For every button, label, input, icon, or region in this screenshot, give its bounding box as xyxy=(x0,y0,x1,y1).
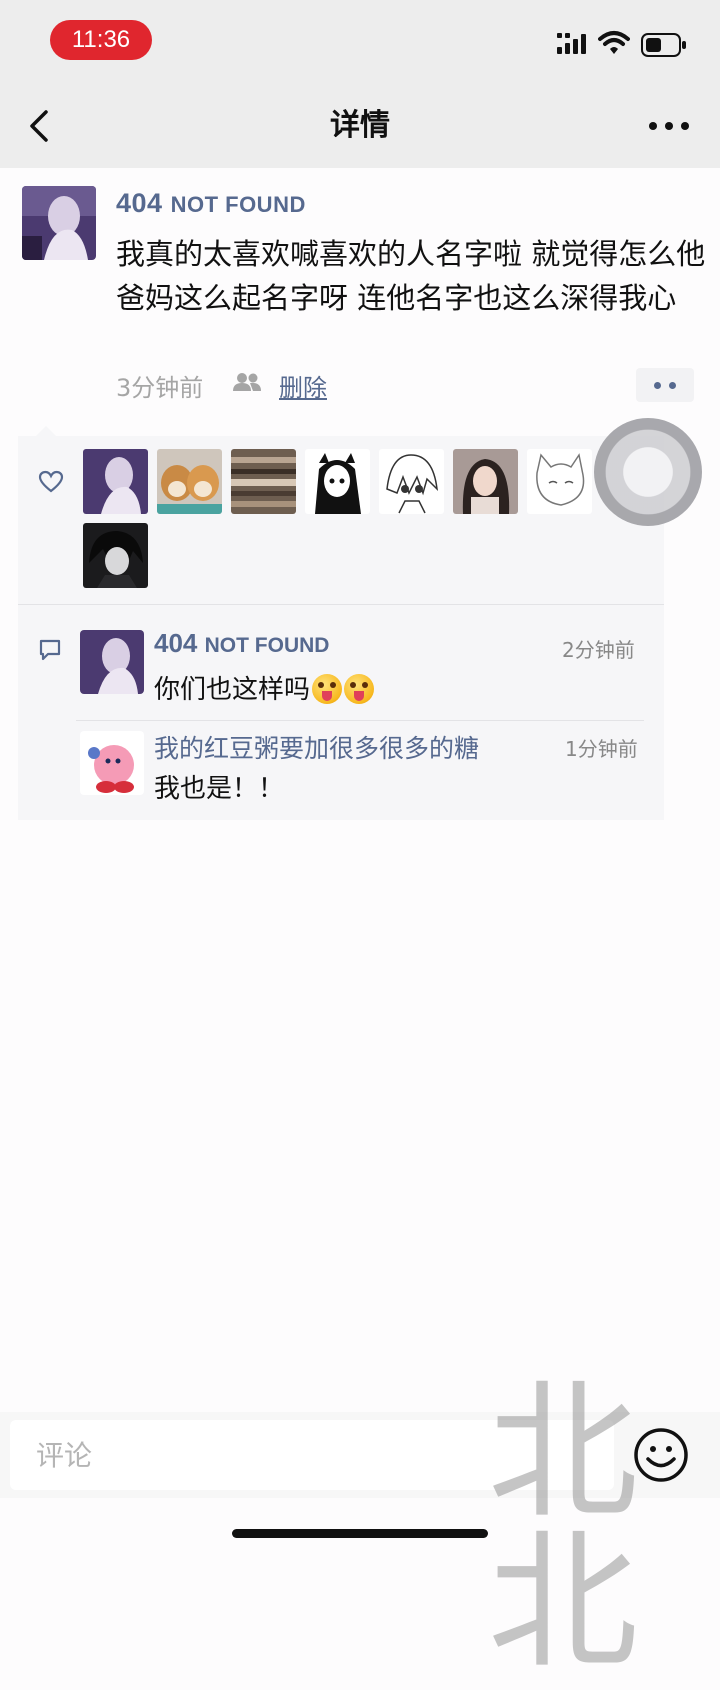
liker-avatar[interactable] xyxy=(453,449,518,514)
comment-divider xyxy=(76,720,644,721)
page-title: 详情 xyxy=(330,108,390,143)
assistive-touch-button[interactable] xyxy=(594,418,702,526)
comment-icon xyxy=(39,639,61,661)
people-visibility-icon[interactable] xyxy=(232,372,262,392)
emoji-icon[interactable] xyxy=(632,1426,690,1484)
liker-avatar[interactable] xyxy=(379,449,444,514)
delete-link[interactable]: 删除 xyxy=(279,368,327,403)
panel-arrow xyxy=(36,426,56,436)
liker-avatar[interactable] xyxy=(157,449,222,514)
liker-avatar[interactable] xyxy=(83,523,148,588)
nav-bar: 详情 xyxy=(0,84,720,168)
battery-icon xyxy=(641,33,686,57)
more-options-icon[interactable] xyxy=(646,114,692,138)
comment-time: 1分钟前 xyxy=(565,737,638,761)
commenter-avatar[interactable] xyxy=(80,731,144,795)
status-bar: 11:36 xyxy=(0,0,720,84)
liker-avatar[interactable] xyxy=(231,449,296,514)
comment-time: 2分钟前 xyxy=(562,638,635,662)
post-time: 3分钟前 xyxy=(116,374,204,402)
home-indicator xyxy=(232,1529,488,1538)
comment-bar xyxy=(0,1412,720,1498)
menu-dot-icon xyxy=(654,382,661,389)
commenter-name[interactable]: 404 NOT FOUND xyxy=(154,628,329,659)
commenter-avatar[interactable] xyxy=(80,630,144,694)
status-time: 11:36 xyxy=(50,20,152,60)
like-comment-menu-button[interactable] xyxy=(636,368,694,402)
liker-avatar[interactable] xyxy=(83,449,148,514)
post-text: 我真的太喜欢喊喜欢的人名字啦 就觉得怎么他爸妈这么起名字呀 连他名字也这么深得我… xyxy=(116,237,706,315)
tongue-out-emoji-icon xyxy=(344,674,375,704)
comment-input[interactable] xyxy=(10,1420,614,1490)
heart-icon xyxy=(38,470,64,493)
liker-avatar[interactable] xyxy=(305,449,370,514)
commenter-name[interactable]: 我的红豆粥要加很多很多的糖 xyxy=(154,729,479,765)
menu-dot-icon xyxy=(669,382,676,389)
cellular-signal-icon xyxy=(557,33,586,54)
panel-divider xyxy=(18,604,664,605)
comment-text: 你们也这样吗 xyxy=(154,669,375,706)
post-author-avatar[interactable] xyxy=(22,186,96,260)
tongue-out-emoji-icon xyxy=(312,674,343,704)
liker-avatar[interactable] xyxy=(527,449,592,514)
post-author-name[interactable]: 404 NOT FOUND xyxy=(116,188,306,219)
wifi-icon xyxy=(598,31,630,54)
comment-text: 我也是！！ xyxy=(154,774,285,804)
